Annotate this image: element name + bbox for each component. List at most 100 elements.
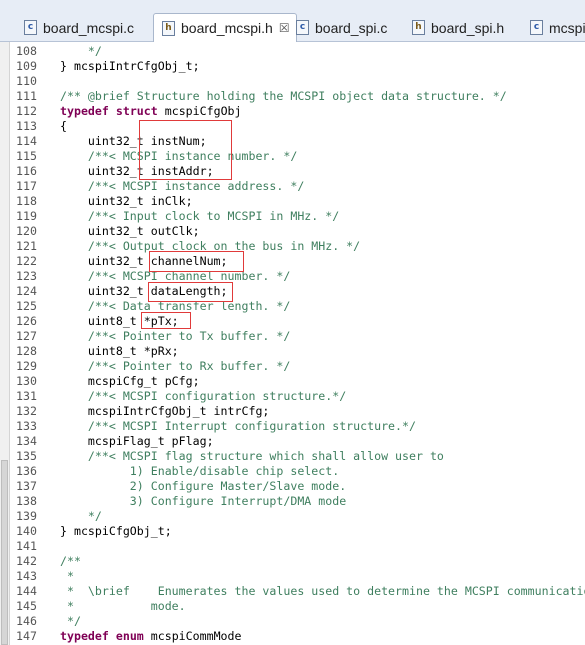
code-text: /**: [60, 554, 81, 568]
tab-board-spi-c[interactable]: c board_spi.c: [296, 14, 387, 41]
line-number: 123: [16, 269, 37, 283]
code-text: uint32_t inClk;: [60, 194, 193, 208]
code-text: /**< MCSPI instance address. */: [60, 179, 305, 193]
code-line: 137 2) Configure Master/Slave mode.: [0, 479, 585, 494]
close-icon[interactable]: ☒: [279, 21, 290, 35]
highlight-box-channelnum: [149, 251, 244, 272]
code-text: 2) Configure Master/Slave mode.: [60, 479, 347, 493]
code-line: 124 uint32_t dataLength;: [0, 284, 585, 299]
line-number: 127: [16, 329, 37, 343]
code-line: 134 mcspiFlag_t pFlag;: [0, 434, 585, 449]
code-line: 118 uint32_t inClk;: [0, 194, 585, 209]
code-text: /**< Pointer to Tx buffer. */: [60, 329, 291, 343]
code-line: 136 1) Enable/disable chip select.: [0, 464, 585, 479]
code-text: typedef enum mcspiCommMode: [60, 629, 242, 643]
code-line: 144 * \brief Enumerates the values used …: [0, 584, 585, 599]
code-text: /**< MCSPI flag structure which shall al…: [60, 449, 444, 463]
code-text: * mode.: [60, 599, 186, 613]
code-line: 127 /**< Pointer to Tx buffer. */: [0, 329, 585, 344]
line-number: 112: [16, 104, 37, 118]
code-text: {: [60, 119, 67, 133]
line-number: 111: [16, 89, 37, 103]
line-number: 115: [16, 149, 37, 163]
code-line: 140} mcspiCfgObj_t;: [0, 524, 585, 539]
code-line: 145 * mode.: [0, 599, 585, 614]
code-line: 120 uint32_t outClk;: [0, 224, 585, 239]
line-number: 118: [16, 194, 37, 208]
line-number: 120: [16, 224, 37, 238]
code-text: uint8_t *pRx;: [60, 344, 179, 358]
highlight-box-ptx: [141, 312, 191, 329]
line-number: 116: [16, 164, 37, 178]
line-number: 119: [16, 209, 37, 223]
code-text: */: [60, 509, 102, 523]
code-line: 135 /**< MCSPI flag structure which shal…: [0, 449, 585, 464]
code-line: 125 /**< Data transfer length. */: [0, 299, 585, 314]
editor-tab-bar: c board_mcspi.c h board_mcspi.h ☒ c boar…: [0, 0, 585, 42]
line-number: 140: [16, 524, 37, 538]
code-line: 132 mcspiIntrCfgObj_t intrCfg;: [0, 404, 585, 419]
code-line: 111 /** @brief Structure holding the MCSP…: [0, 89, 585, 104]
tab-board-mcspi-c[interactable]: c board_mcspi.c: [24, 14, 134, 41]
code-line: 133 /**< MCSPI Interrupt configuration s…: [0, 419, 585, 434]
code-text: 3) Configure Interrupt/DMA mode: [60, 494, 347, 508]
code-line: 113 {: [0, 119, 585, 134]
line-number: 141: [16, 539, 37, 553]
line-number: 139: [16, 509, 37, 523]
code-text: mcspiFlag_t pFlag;: [60, 434, 214, 448]
code-line: 121 /**< Output clock on the bus in MHz.…: [0, 239, 585, 254]
line-number: 121: [16, 239, 37, 253]
code-text: */: [60, 614, 81, 628]
line-number: 143: [16, 569, 37, 583]
code-text: *: [60, 569, 74, 583]
code-line: 130 mcspiCfg_t pCfg;: [0, 374, 585, 389]
line-number: 122: [16, 254, 37, 268]
code-line: 126 uint8_t *pTx;: [0, 314, 585, 329]
line-number: 144: [16, 584, 37, 598]
code-text: /**< Pointer to Rx buffer. */: [60, 359, 291, 373]
tab-board-mcspi-h[interactable]: h board_mcspi.h ☒: [153, 13, 297, 42]
code-line: 114 uint32_t instNum;: [0, 134, 585, 149]
highlight-box-instnum-instaddr: [139, 120, 232, 180]
code-line: 129 /**< Pointer to Rx buffer. */: [0, 359, 585, 374]
line-number: 113: [16, 119, 37, 133]
code-text: /** @brief Structure holding the MCSPI o…: [60, 89, 507, 103]
code-line: 139 */: [0, 509, 585, 524]
line-number: 126: [16, 314, 37, 328]
tab-label: board_spi.c: [315, 19, 388, 36]
h-file-icon: h: [162, 20, 175, 36]
code-line: 138 3) Configure Interrupt/DMA mode: [0, 494, 585, 509]
line-number: 137: [16, 479, 37, 493]
code-text: /**< MCSPI configuration structure.*/: [60, 389, 347, 403]
code-line: 123 /**< MCSPI channel number. */: [0, 269, 585, 284]
line-number: 136: [16, 464, 37, 478]
tab-board-spi-h[interactable]: h board_spi.h: [412, 14, 504, 41]
code-text: 1) Enable/disable chip select.: [60, 464, 340, 478]
code-line: 109} mcspiIntrCfgObj_t;: [0, 59, 585, 74]
line-number: 133: [16, 419, 37, 433]
tab-label: board_mcspi.c: [43, 19, 135, 36]
line-number: 117: [16, 179, 37, 193]
code-text: mcspiIntrCfgObj_t intrCfg;: [60, 404, 270, 418]
code-text: mcspiCfg_t pCfg;: [60, 374, 200, 388]
code-line: 110: [0, 74, 585, 89]
code-line: 119 /**< Input clock to MCSPI in MHz. */: [0, 209, 585, 224]
code-line: 142 /**: [0, 554, 585, 569]
code-text: /**< MCSPI Interrupt configuration struc…: [60, 419, 416, 433]
code-line: 141: [0, 539, 585, 554]
tab-mcspi[interactable]: c mcspi: [530, 14, 585, 41]
code-line: 143 *: [0, 569, 585, 584]
line-number: 146: [16, 614, 37, 628]
code-line: 131 /**< MCSPI configuration structure.*…: [0, 389, 585, 404]
code-line: 115 /**< MCSPI instance number. */: [0, 149, 585, 164]
line-number: 130: [16, 374, 37, 388]
code-text: uint32_t outClk;: [60, 224, 200, 238]
line-number: 147: [16, 629, 37, 643]
code-text: */: [60, 44, 102, 58]
line-number: 124: [16, 284, 37, 298]
code-text: /**< Input clock to MCSPI in MHz. */: [60, 209, 340, 223]
code-text: typedef struct mcspiCfgObj: [60, 104, 242, 118]
line-number: 142: [16, 554, 37, 568]
line-number: 125: [16, 299, 37, 313]
code-line: 146 */: [0, 614, 585, 629]
